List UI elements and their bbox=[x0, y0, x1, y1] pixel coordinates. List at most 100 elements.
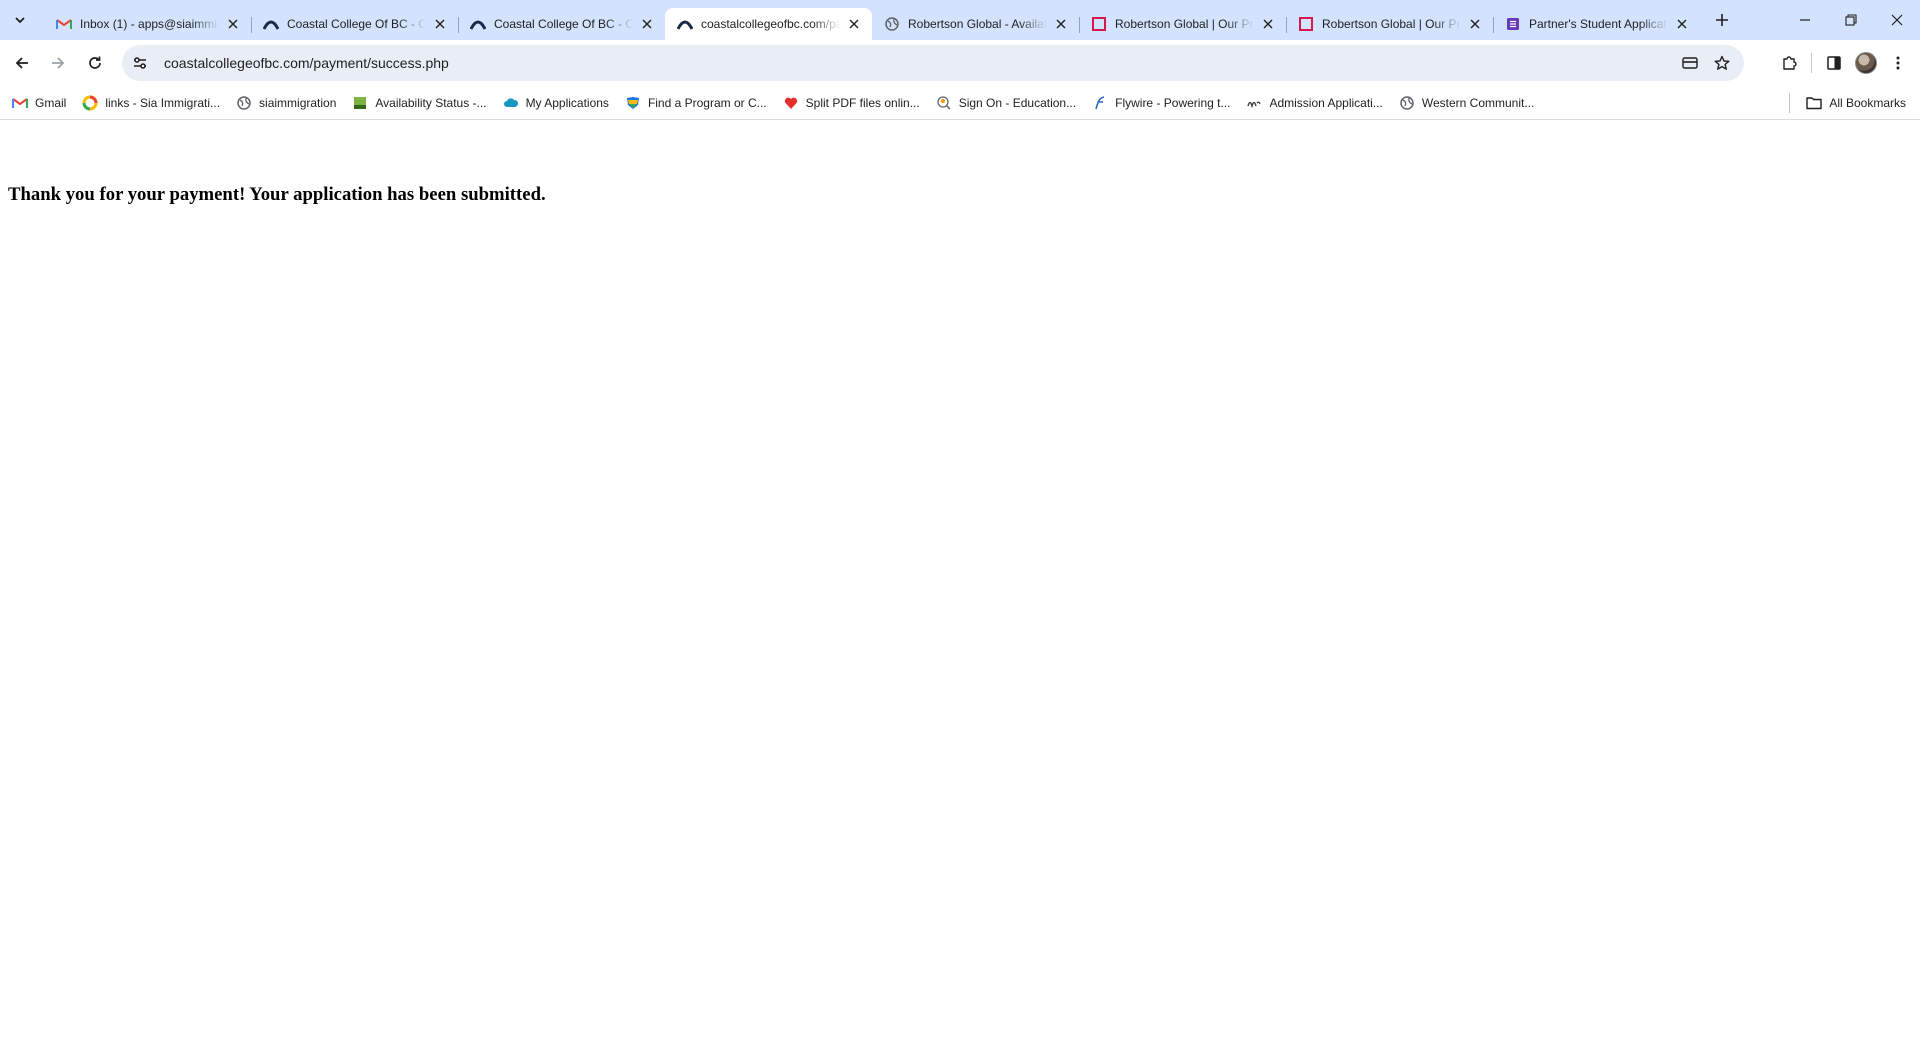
folder-icon bbox=[1806, 95, 1823, 111]
tab-robertson-programs-2[interactable]: Robertson Global | Our Programs bbox=[1286, 8, 1493, 40]
tab-title: coastalcollegeofbc.com/payment/success.p… bbox=[701, 17, 840, 31]
close-icon[interactable] bbox=[1674, 16, 1690, 32]
tab-title: Robertson Global - Availability bbox=[908, 17, 1047, 31]
cloud-icon bbox=[503, 95, 519, 111]
tab-coastal-college-application-2[interactable]: Coastal College Of BC - Online Applicati… bbox=[458, 8, 665, 40]
side-panel-button[interactable] bbox=[1818, 47, 1850, 79]
close-icon[interactable] bbox=[1260, 16, 1276, 32]
forms-icon bbox=[1505, 16, 1521, 32]
bookmark-label: My Applications bbox=[525, 95, 609, 110]
sign-on-icon bbox=[936, 95, 952, 111]
side-panel-icon bbox=[1827, 56, 1841, 70]
address-bar[interactable]: coastalcollegeofbc.com/payment/success.p… bbox=[122, 45, 1744, 81]
close-icon[interactable] bbox=[1053, 16, 1069, 32]
coastal-college-icon bbox=[470, 16, 486, 32]
extensions-button[interactable] bbox=[1773, 47, 1805, 79]
bookmark-find-program[interactable]: Find a Program or C... bbox=[617, 89, 775, 117]
bookmark-links-sia[interactable]: links - Sia Immigrati... bbox=[74, 89, 228, 117]
bookmark-label: Western Communit... bbox=[1421, 95, 1535, 110]
tab-title: Partner's Student Application bbox=[1529, 17, 1668, 31]
tab-robertson-availability[interactable]: Robertson Global - Availability bbox=[872, 8, 1079, 40]
close-icon[interactable] bbox=[639, 16, 655, 32]
tab-title: Coastal College Of BC - Online Applicati… bbox=[494, 17, 633, 31]
heart-icon bbox=[783, 95, 799, 111]
globe-icon bbox=[884, 16, 900, 32]
bookmark-gmail[interactable]: Gmail bbox=[4, 89, 74, 117]
bookmark-western-community[interactable]: Western Communit... bbox=[1391, 89, 1542, 117]
bookmark-label: Admission Applicati... bbox=[1269, 95, 1383, 110]
forward-button[interactable] bbox=[42, 47, 74, 79]
chevron-down-icon bbox=[15, 17, 25, 24]
bookmark-admission-application[interactable]: Admission Applicati... bbox=[1238, 89, 1390, 117]
tab-strip: Inbox (1) - apps@siaimmigration.com Coas… bbox=[0, 0, 1920, 40]
bookmark-flywire[interactable]: Flywire - Powering t... bbox=[1084, 89, 1238, 117]
close-icon[interactable] bbox=[225, 16, 241, 32]
tab-title: Robertson Global | Our Programs bbox=[1115, 17, 1254, 31]
coastal-college-icon bbox=[263, 16, 279, 32]
tab-search-button[interactable] bbox=[10, 10, 30, 30]
toolbar-divider bbox=[1811, 53, 1812, 73]
more-vert-icon bbox=[1896, 56, 1900, 70]
drive-icon bbox=[82, 95, 98, 111]
bookmark-label: Availability Status -... bbox=[375, 95, 487, 110]
bookmark-label: Split PDF files onlin... bbox=[805, 95, 920, 110]
all-bookmarks-button[interactable]: All Bookmarks bbox=[1798, 89, 1914, 117]
bookmark-label: Flywire - Powering t... bbox=[1115, 95, 1231, 110]
close-window-button[interactable] bbox=[1874, 0, 1920, 40]
page-content: Thank you for your payment! Your applica… bbox=[0, 121, 1920, 1040]
sheet-icon bbox=[352, 95, 368, 111]
new-tab-button[interactable] bbox=[1708, 6, 1736, 34]
tab-partner-student-application[interactable]: Partner's Student Application bbox=[1493, 8, 1700, 40]
url-text[interactable]: coastalcollegeofbc.com/payment/success.p… bbox=[164, 55, 449, 71]
reload-button[interactable] bbox=[79, 47, 111, 79]
tab-payment-success[interactable]: coastalcollegeofbc.com/payment/success.p… bbox=[665, 8, 872, 40]
tab-gmail-inbox[interactable]: Inbox (1) - apps@siaimmigration.com bbox=[44, 8, 251, 40]
close-icon[interactable] bbox=[432, 16, 448, 32]
tab-title: Robertson Global | Our Programs bbox=[1322, 17, 1461, 31]
avatar bbox=[1855, 52, 1877, 74]
bookmarks-divider bbox=[1789, 93, 1790, 113]
back-button[interactable] bbox=[6, 47, 38, 79]
address-bar-actions bbox=[1672, 49, 1736, 77]
restore-icon bbox=[1845, 14, 1857, 26]
bookmark-star-icon[interactable] bbox=[1708, 49, 1736, 77]
bookmark-sign-on-education[interactable]: Sign On - Education... bbox=[928, 89, 1084, 117]
bookmark-label: Gmail bbox=[35, 95, 67, 110]
site-info-button[interactable] bbox=[126, 49, 154, 77]
coastal-college-icon bbox=[677, 16, 693, 32]
all-bookmarks-label: All Bookmarks bbox=[1829, 96, 1906, 110]
close-icon bbox=[1891, 14, 1903, 26]
close-icon[interactable] bbox=[1467, 16, 1483, 32]
toolbar-actions bbox=[1773, 47, 1914, 79]
globe-icon bbox=[1399, 95, 1415, 111]
robertson-icon bbox=[1298, 16, 1314, 32]
profile-button[interactable] bbox=[1850, 47, 1882, 79]
tab-coastal-college-application[interactable]: Coastal College Of BC - Online Applicati… bbox=[251, 8, 458, 40]
arrow-left-icon bbox=[15, 57, 28, 69]
gmail-icon bbox=[56, 16, 72, 32]
flywire-icon bbox=[1092, 95, 1108, 111]
globe-icon bbox=[236, 95, 252, 111]
bookmarks-bar: Gmail links - Sia Immigrati... siaimmigr… bbox=[0, 86, 1920, 120]
card-icon[interactable] bbox=[1676, 49, 1704, 77]
puzzle-icon bbox=[1783, 56, 1797, 70]
payment-success-message: Thank you for your payment! Your applica… bbox=[8, 184, 546, 205]
browser-toolbar: coastalcollegeofbc.com/payment/success.p… bbox=[0, 40, 1920, 86]
bookmark-label: siaimmigration bbox=[259, 95, 337, 110]
minimize-icon bbox=[1800, 19, 1810, 21]
bookmark-availability-status[interactable]: Availability Status -... bbox=[344, 89, 494, 117]
close-icon[interactable] bbox=[846, 16, 862, 32]
minimize-button[interactable] bbox=[1782, 0, 1828, 40]
tab-robertson-programs[interactable]: Robertson Global | Our Programs bbox=[1079, 8, 1286, 40]
admission-icon bbox=[1246, 95, 1262, 111]
arrow-right-icon bbox=[52, 57, 65, 69]
tab-title: Inbox (1) - apps@siaimmigration.com bbox=[80, 17, 219, 31]
restore-button[interactable] bbox=[1828, 0, 1874, 40]
tune-icon bbox=[134, 57, 146, 69]
bookmark-split-pdf[interactable]: Split PDF files onlin... bbox=[775, 89, 928, 117]
bookmark-label: Find a Program or C... bbox=[647, 95, 767, 110]
bookmark-siaimmigration[interactable]: siaimmigration bbox=[228, 89, 344, 117]
robertson-icon bbox=[1091, 16, 1107, 32]
menu-button[interactable] bbox=[1882, 47, 1914, 79]
bookmark-my-applications[interactable]: My Applications bbox=[495, 89, 617, 117]
